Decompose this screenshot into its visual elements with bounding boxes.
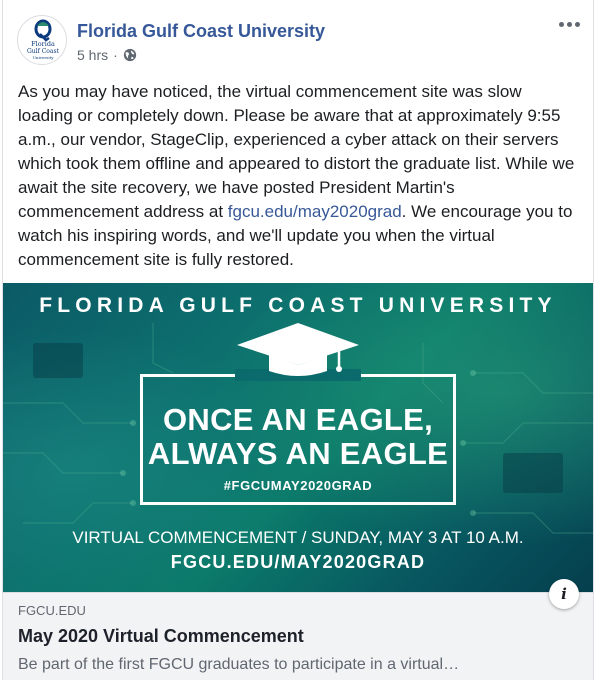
avatar-text-3: University (33, 55, 55, 60)
post-message: As you may have noticed, the virtual com… (18, 80, 578, 272)
graduation-cap-icon (235, 323, 361, 381)
info-icon[interactable]: i (549, 579, 579, 609)
image-university-name: FLORIDA GULF COAST UNIVERSITY (39, 294, 557, 317)
slogan-line-1: ONCE AN EAGLE, (162, 402, 434, 437)
post-timestamp[interactable]: 5 hrs (77, 47, 108, 63)
message-text-1: As you may have noticed, the virtual com… (18, 82, 575, 221)
facebook-post: Florida Gulf Coast University Florida Gu… (0, 0, 595, 680)
image-date-line: VIRTUAL COMMENCEMENT / SUNDAY, MAY 3 AT … (72, 528, 524, 547)
page-name-link[interactable]: Florida Gulf Coast University (77, 21, 325, 42)
avatar-text-2: Gulf Coast (27, 48, 60, 55)
more-options-icon[interactable] (555, 14, 583, 34)
post-meta: 5 hrs · (77, 47, 137, 63)
avatar-text-1: Florida (31, 40, 55, 48)
link-domain: FGCU.EDU (18, 603, 86, 618)
image-slogan: ONCE AN EAGLE, ALWAYS AN EAGLE (3, 403, 593, 471)
globe-icon[interactable] (123, 48, 137, 62)
slogan-line-2: ALWAYS AN EAGLE (147, 436, 449, 471)
fgcu-logo-icon: Florida Gulf Coast University (27, 19, 60, 60)
link-preview[interactable]: FGCU.EDU May 2020 Virtual Commencement B… (3, 579, 593, 680)
image-url: FGCU.EDU/MAY2020GRAD (170, 552, 426, 572)
meta-separator: · (113, 47, 118, 63)
post-header: Florida Gulf Coast University Florida Gu… (0, 0, 595, 74)
image-hashtag: #FGCUMAY2020GRAD (223, 478, 373, 493)
link-description: Be part of the first FGCU graduates to p… (18, 656, 460, 673)
link-title[interactable]: May 2020 Virtual Commencement (18, 626, 304, 647)
post-image[interactable]: FLORIDA GULF COAST UNIVERSITY ONCE AN EA… (3, 283, 593, 592)
page-avatar[interactable]: Florida Gulf Coast University (17, 15, 67, 65)
message-link[interactable]: fgcu.edu/may2020grad (228, 202, 402, 221)
